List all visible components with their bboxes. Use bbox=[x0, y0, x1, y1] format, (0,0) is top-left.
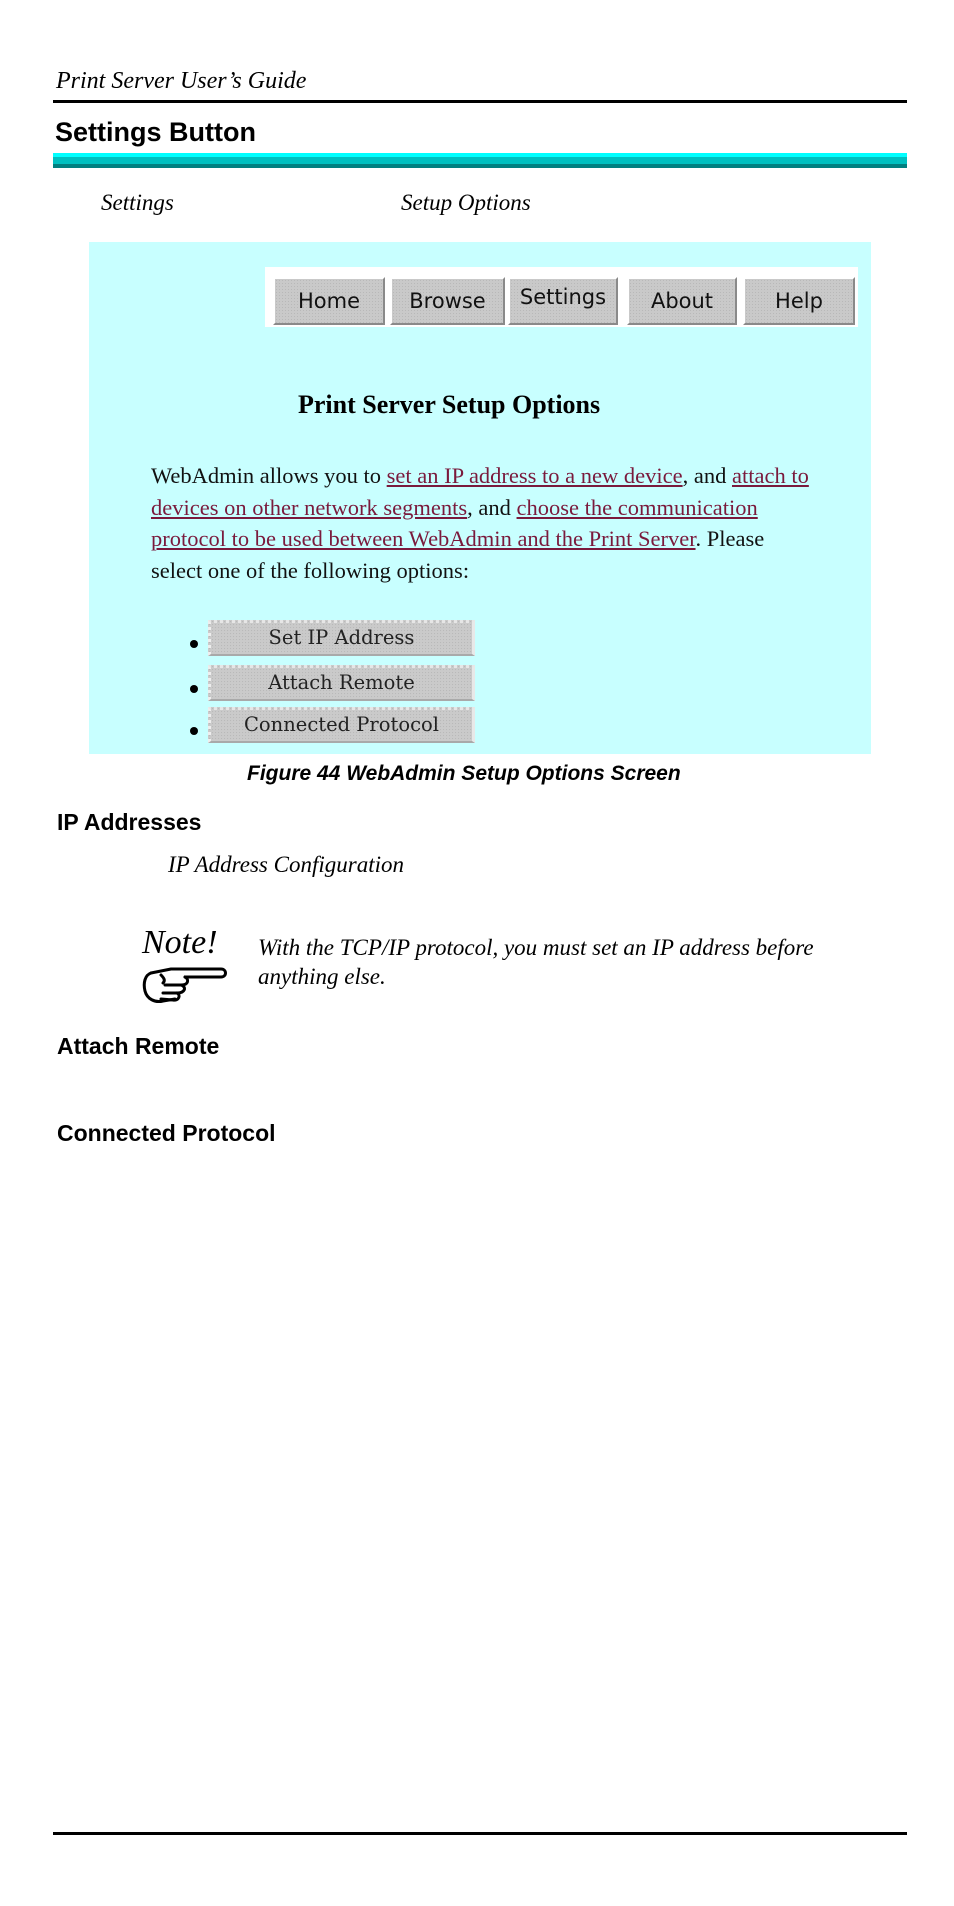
pointing-hand-icon bbox=[142, 967, 227, 1003]
set-ip-link[interactable]: set an IP address to a new device bbox=[387, 463, 683, 488]
running-header: Print Server User’s Guide bbox=[56, 68, 307, 94]
para-text: , and bbox=[682, 463, 732, 488]
header-rule bbox=[53, 100, 907, 103]
section-title-bar bbox=[53, 153, 907, 168]
webadmin-screenshot: Home Browse Settings About Help Print Se… bbox=[89, 242, 871, 754]
intro-setup-options-term: Setup Options bbox=[401, 190, 531, 215]
set-ip-address-button[interactable]: Set IP Address bbox=[208, 620, 475, 656]
para-text: WebAdmin allows you to bbox=[151, 463, 387, 488]
para-text: , and bbox=[467, 494, 517, 520]
note-text: With the TCP/IP protocol, you must set a… bbox=[258, 935, 814, 989]
bullet-icon bbox=[190, 727, 198, 735]
subheading-attach-remote: Attach Remote bbox=[57, 1033, 220, 1059]
nav-bar: Home Browse Settings About Help bbox=[265, 267, 858, 327]
intro-settings-term: Settings bbox=[101, 190, 174, 215]
nav-about-button[interactable]: About bbox=[627, 277, 737, 325]
section-title: Settings Button bbox=[55, 117, 256, 147]
connected-protocol-button[interactable]: Connected Protocol bbox=[208, 707, 475, 743]
footer-rule bbox=[53, 1832, 907, 1835]
bullet-icon bbox=[190, 685, 198, 693]
screen-title: Print Server Setup Options bbox=[298, 390, 601, 419]
option-item: Connected Protocol bbox=[89, 707, 489, 743]
nav-home-button[interactable]: Home bbox=[273, 277, 385, 325]
ip-address-configuration-term: IP Address Configuration bbox=[168, 852, 404, 877]
subheading-connected-protocol: Connected Protocol bbox=[57, 1120, 276, 1146]
screen-description: WebAdmin allows you to set an IP address… bbox=[151, 460, 811, 586]
option-item: Set IP Address bbox=[89, 620, 489, 656]
nav-browse-button[interactable]: Browse bbox=[390, 277, 505, 325]
figure-caption: Figure 44 WebAdmin Setup Options Screen bbox=[247, 762, 681, 785]
bullet-icon bbox=[190, 640, 198, 648]
attach-remote-button[interactable]: Attach Remote bbox=[208, 665, 475, 701]
nav-settings-button[interactable]: Settings bbox=[508, 277, 618, 325]
option-item: Attach Remote bbox=[89, 665, 489, 701]
note-label: Note! bbox=[142, 924, 218, 961]
nav-help-button[interactable]: Help bbox=[743, 277, 855, 325]
subheading-ip-addresses: IP Addresses bbox=[57, 809, 202, 835]
